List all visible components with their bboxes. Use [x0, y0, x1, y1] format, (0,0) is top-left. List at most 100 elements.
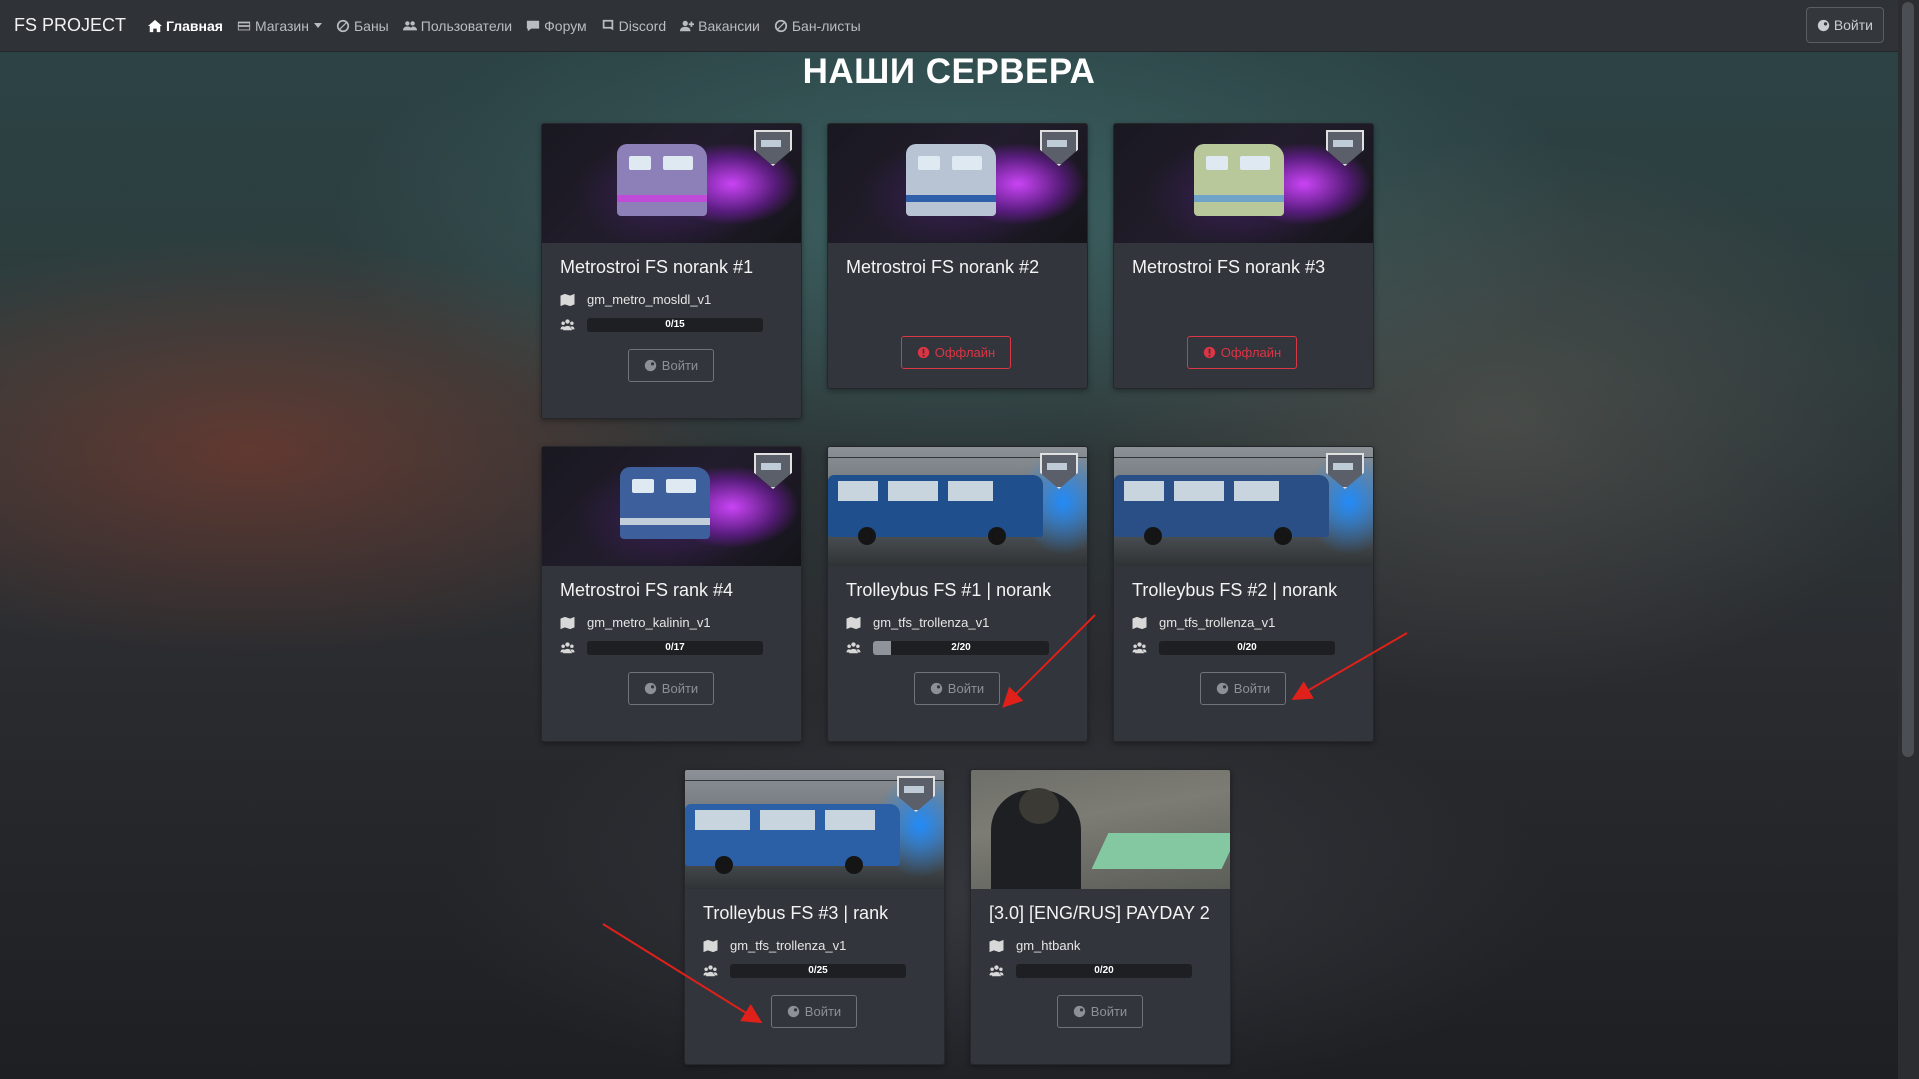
nav-banlists-label: Бан-листы: [791, 17, 861, 34]
join-button[interactable]: Войти: [1200, 672, 1286, 705]
join-button-label: Войти: [947, 681, 985, 696]
join-button[interactable]: Войти: [771, 995, 857, 1028]
player-progress-bar: 0/20: [1159, 641, 1335, 655]
server-title: Metrostroi FS norank #1: [560, 257, 754, 277]
nav-home-label: Главная: [166, 17, 223, 34]
player-count: 0/25: [808, 965, 828, 976]
player-count: 0/20: [1237, 642, 1257, 653]
player-count: 0/17: [665, 642, 685, 653]
map-icon: [989, 939, 1004, 952]
users-icon: [846, 642, 861, 654]
join-button-label: Войти: [661, 358, 699, 373]
server-title: Metrostroi FS norank #3: [1132, 257, 1326, 277]
server-title: Trolleybus FS #2 | norank: [1132, 580, 1338, 600]
nav-discord[interactable]: Discord: [601, 18, 666, 34]
ban-icon: [336, 19, 350, 32]
server-title: [3.0] [ENG/RUS] PAYDAY 2: [989, 903, 1210, 923]
server-image: [685, 770, 944, 889]
offline-button[interactable]: Оффлайн: [901, 336, 1011, 369]
server-crest-icon: [897, 776, 935, 812]
server-card: Metrostroi FS rank #4 gm_metro_kalinin_v…: [541, 446, 802, 742]
join-button[interactable]: Войти: [1057, 995, 1143, 1028]
map-icon: [560, 293, 575, 306]
server-map: gm_tfs_trollenza_v1: [873, 615, 990, 630]
nav-store[interactable]: Магазин: [237, 18, 322, 34]
steam-icon: [787, 1005, 799, 1018]
player-count: 0/20: [1094, 965, 1114, 976]
server-map: gm_metro_mosldl_v1: [587, 292, 712, 307]
server-image: [971, 770, 1230, 889]
server-image: [542, 124, 801, 243]
steam-icon: [1216, 682, 1228, 695]
steam-icon: [644, 359, 656, 372]
map-icon: [846, 616, 861, 629]
users-icon: [989, 965, 1004, 977]
server-image: [828, 124, 1087, 243]
player-progress-bar: 2/20: [873, 641, 1049, 655]
users-icon: [1132, 642, 1147, 654]
users-icon: [402, 20, 417, 30]
users-icon: [560, 319, 575, 331]
server-crest-icon: [1040, 130, 1078, 166]
server-image: [1114, 124, 1373, 243]
steam-icon: [1817, 19, 1829, 31]
nav-store-label: Магазин: [254, 17, 309, 34]
scrollbar-thumb[interactable]: [1902, 2, 1914, 757]
nav-banlists[interactable]: Бан-листы: [774, 18, 861, 34]
login-button[interactable]: Войти: [1805, 7, 1884, 43]
home-icon: [148, 19, 163, 32]
server-crest-icon: [754, 453, 792, 489]
server-title: Metrostroi FS rank #4: [560, 580, 734, 600]
offline-button-label: Оффлайн: [934, 345, 996, 360]
player-progress-bar: 0/17: [587, 641, 763, 655]
join-button[interactable]: Войти: [628, 672, 714, 705]
store-icon: [237, 21, 251, 30]
offline-button-label: Оффлайн: [1220, 345, 1282, 360]
login-button-label: Войти: [1833, 17, 1873, 33]
server-image: [828, 447, 1087, 566]
discord-icon: [602, 19, 613, 30]
steam-icon: [930, 682, 942, 695]
server-map: gm_tfs_trollenza_v1: [730, 938, 847, 953]
nav-bans[interactable]: Баны: [336, 18, 389, 34]
server-crest-icon: [1040, 453, 1078, 489]
server-map: gm_htbank: [1016, 938, 1081, 953]
player-progress-bar: 0/15: [587, 318, 763, 332]
nav-forum[interactable]: Форум: [526, 18, 587, 34]
page-scrollbar[interactable]: [1898, 0, 1919, 1079]
join-button-label: Войти: [1233, 681, 1271, 696]
server-title: Metrostroi FS norank #2: [846, 257, 1040, 277]
users-icon: [560, 642, 575, 654]
server-card: Metrostroi FS norank #3 Оффлайн: [1113, 123, 1374, 389]
page-title: НАШИ СЕРВЕРА: [802, 52, 1096, 91]
map-icon: [560, 616, 575, 629]
server-title: Trolleybus FS #3 | rank: [703, 903, 889, 923]
nav-home[interactable]: Главная: [148, 18, 223, 34]
nav-users-label: Пользователи: [420, 17, 513, 34]
player-count: 2/20: [951, 642, 971, 653]
offline-button[interactable]: Оффлайн: [1187, 336, 1297, 369]
server-map: gm_tfs_trollenza_v1: [1159, 615, 1276, 630]
ban-icon: [774, 19, 787, 32]
server-card: [3.0] [ENG/RUS] PAYDAY 2 gm_htbank 0/20 …: [970, 769, 1231, 1065]
join-button[interactable]: Войти: [914, 672, 1000, 705]
server-crest-icon: [754, 130, 792, 166]
server-crest-icon: [1326, 130, 1364, 166]
join-button[interactable]: Войти: [628, 349, 714, 382]
join-button-label: Войти: [804, 1004, 842, 1019]
nav-vacancies-label: Вакансии: [698, 17, 760, 34]
nav-bans-label: Баны: [353, 17, 389, 34]
join-button-label: Войти: [1090, 1004, 1128, 1019]
nav-users[interactable]: Пользователи: [402, 17, 513, 34]
map-icon: [703, 939, 718, 952]
top-navbar: FS PROJECT Главная Магазин Баны Пользова…: [0, 0, 1898, 52]
server-card: Trolleybus FS #2 | norank gm_tfs_trollen…: [1113, 446, 1374, 742]
nav-vacancies[interactable]: Вакансии: [680, 18, 760, 34]
exclamation-circle-icon: [917, 346, 929, 359]
steam-icon: [1073, 1005, 1085, 1018]
server-image: [542, 447, 801, 566]
brand-logo[interactable]: FS PROJECT: [14, 15, 126, 36]
server-card: Metrostroi FS norank #1 gm_metro_mosldl_…: [541, 123, 802, 419]
users-icon: [703, 965, 718, 977]
nav-discord-label: Discord: [618, 17, 667, 34]
